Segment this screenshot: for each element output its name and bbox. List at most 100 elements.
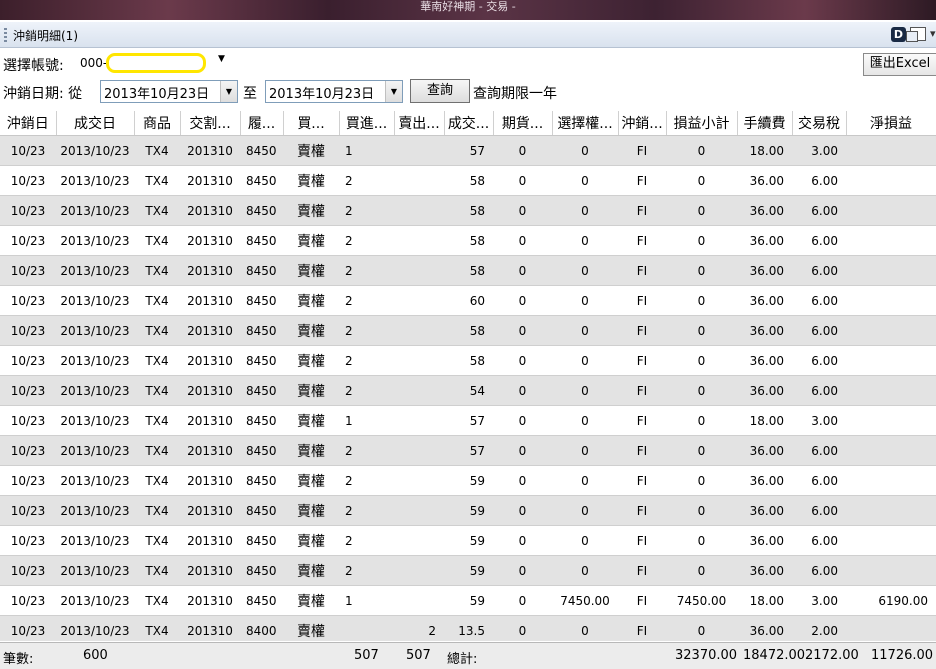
- cell-pnl-subtotal: 0: [666, 315, 737, 346]
- to-date-value: 2013年10月23日: [269, 87, 375, 102]
- table-row[interactable]: 10/23 2013/10/23 TX4 201310 8450 賣權 2 54 0 0 FI 0 36…: [0, 375, 936, 406]
- cell-fee: 18.00: [737, 405, 792, 436]
- table-row[interactable]: 10/23 2013/10/23 TX4 201310 8450 賣權 2 60 0 0 FI 0 36…: [0, 285, 936, 316]
- cell-buy-qty: 1: [339, 585, 394, 616]
- table-row[interactable]: 10/23 2013/10/23 TX4 201310 8450 賣權 2 59 0 0 FI 0 36…: [0, 555, 936, 586]
- table-row[interactable]: 10/23 2013/10/23 TX4 201310 8450 賣權 1 57 0 0 FI 0 18…: [0, 405, 936, 436]
- cell-pnl-subtotal: 0: [666, 465, 737, 496]
- column-header-strike[interactable]: 履...: [240, 111, 284, 136]
- count-value: 600: [83, 648, 108, 663]
- account-select[interactable]: 000- ▼: [76, 53, 231, 73]
- cell-futures-pnl: 0: [493, 435, 552, 466]
- cell-sell-qty: [394, 375, 444, 406]
- export-excel-button[interactable]: 匯出Excel: [863, 53, 936, 76]
- cell-buy-qty: 2: [339, 255, 394, 286]
- cell-futures-pnl: 0: [493, 465, 552, 496]
- chevron-down-icon[interactable]: ▼: [385, 81, 402, 102]
- panel-grip-icon[interactable]: [4, 28, 7, 42]
- cell-settle-type: FI: [618, 615, 666, 641]
- d-logo-icon[interactable]: D: [891, 26, 906, 42]
- cell-buy-qty: 1: [339, 135, 394, 166]
- column-header-options-pnl[interactable]: 選擇權...: [552, 111, 619, 136]
- column-header-pnl-subtotal[interactable]: 損益小計: [666, 111, 738, 136]
- column-header-trade-date[interactable]: 成交日: [56, 111, 135, 136]
- column-header-tax[interactable]: 交易稅: [792, 111, 847, 136]
- table-row[interactable]: 10/23 2013/10/23 TX4 201310 8450 賣權 2 59 0 0 FI 0 36…: [0, 525, 936, 556]
- cell-trade-date: 2013/10/23: [56, 165, 134, 196]
- cell-delivery-month: 201310: [180, 405, 240, 436]
- cell-options-pnl: 0: [552, 615, 618, 641]
- table-row[interactable]: 10/23 2013/10/23 TX4 201310 8450 賣權 2 58 0 0 FI 0 36…: [0, 345, 936, 376]
- cell-options-pnl: 0: [552, 165, 618, 196]
- column-header-net-pnl[interactable]: 淨損益: [846, 111, 936, 136]
- cell-buy-qty: 1: [339, 405, 394, 436]
- table-row[interactable]: 10/23 2013/10/23 TX4 201310 8450 賣權 2 58 0 0 FI 0 36…: [0, 195, 936, 226]
- chevron-down-icon[interactable]: ▼: [220, 81, 237, 102]
- column-header-trade-price[interactable]: 成交...: [444, 111, 494, 136]
- cell-sell-qty: [394, 345, 444, 376]
- cell-product: TX4: [134, 285, 180, 316]
- cell-product: TX4: [134, 555, 180, 586]
- cell-futures-pnl: 0: [493, 315, 552, 346]
- cell-product: TX4: [134, 195, 180, 226]
- table-row[interactable]: 10/23 2013/10/23 TX4 201310 8450 賣權 2 58 0 0 FI 0 36…: [0, 255, 936, 286]
- cell-settle-date: 10/23: [0, 165, 56, 196]
- cell-strike: 8450: [240, 345, 283, 376]
- cell-delivery-month: 201310: [180, 525, 240, 556]
- column-header-futures-pnl[interactable]: 期貨...: [493, 111, 553, 136]
- cell-futures-pnl: 0: [493, 525, 552, 556]
- cell-options-pnl: 7450.00: [552, 585, 618, 616]
- cell-pnl-subtotal: 0: [666, 255, 737, 286]
- cell-options-pnl: 0: [552, 315, 618, 346]
- cell-tax: 6.00: [792, 465, 846, 496]
- cell-buy-qty: 2: [339, 225, 394, 256]
- cell-product: TX4: [134, 375, 180, 406]
- cell-product: TX4: [134, 165, 180, 196]
- table-row[interactable]: 10/23 2013/10/23 TX4 201310 8450 賣權 2 57 0 0 FI 0 36…: [0, 435, 936, 466]
- cell-tax: 2.00: [792, 615, 846, 641]
- column-header-settle-date[interactable]: 沖銷日: [0, 111, 57, 136]
- cell-sell-qty: [394, 585, 444, 616]
- table-row[interactable]: 10/23 2013/10/23 TX4 201310 8450 賣權 2 58 0 0 FI 0 36…: [0, 225, 936, 256]
- cell-tax: 6.00: [792, 345, 846, 376]
- cell-net-pnl: [846, 375, 936, 406]
- cell-sell-qty: [394, 315, 444, 346]
- cell-fee: 36.00: [737, 225, 792, 256]
- to-date-picker[interactable]: 2013年10月23日 ▼: [265, 80, 403, 103]
- cell-trade-date: 2013/10/23: [56, 375, 134, 406]
- column-header-buy-qty[interactable]: 買進...: [339, 111, 395, 136]
- cell-net-pnl: [846, 525, 936, 556]
- account-label: 選擇帳號:: [3, 58, 64, 74]
- pin-icon[interactable]: ▾: [930, 28, 936, 40]
- cell-net-pnl: [846, 285, 936, 316]
- table-row[interactable]: 10/23 2013/10/23 TX4 201310 8450 賣權 1 59 0 7450.0…: [0, 585, 936, 616]
- from-date-picker[interactable]: 2013年10月23日 ▼: [100, 80, 238, 103]
- cell-futures-pnl: 0: [493, 555, 552, 586]
- table-row[interactable]: 10/23 2013/10/23 TX4 201310 8450 賣權 2 58 0 0 FI 0 36…: [0, 315, 936, 346]
- table-row[interactable]: 10/23 2013/10/23 TX4 201310 8450 賣權 2 58 0 0 FI 0 36…: [0, 165, 936, 196]
- query-button[interactable]: 查詢: [410, 79, 470, 103]
- column-header-sell-qty[interactable]: 賣出...: [394, 111, 445, 136]
- cell-fee: 36.00: [737, 525, 792, 556]
- column-header-settle-type[interactable]: 沖銷...: [618, 111, 667, 136]
- cell-product: TX4: [134, 465, 180, 496]
- cell-buy-qty: 2: [339, 555, 394, 586]
- column-header-delivery-month[interactable]: 交割...: [180, 111, 241, 136]
- to-label: 至: [243, 86, 257, 102]
- cell-net-pnl: [846, 495, 936, 526]
- cell-delivery-month: 201310: [180, 165, 240, 196]
- cell-settle-type: FI: [618, 465, 666, 496]
- window-restore-icon[interactable]: [906, 27, 926, 42]
- column-header-product[interactable]: 商品: [134, 111, 181, 136]
- column-header-call-put[interactable]: 買...: [283, 111, 340, 136]
- column-header-fee[interactable]: 手續費: [737, 111, 793, 136]
- cell-pnl-subtotal: 0: [666, 615, 737, 641]
- cell-sell-qty: [394, 195, 444, 226]
- table-row[interactable]: 10/23 2013/10/23 TX4 201310 8400 賣權 2 13.5 0 0 FI 0…: [0, 615, 936, 641]
- chevron-down-icon[interactable]: ▼: [218, 54, 225, 64]
- table-row[interactable]: 10/23 2013/10/23 TX4 201310 8450 賣權 1 57 0 0 FI 0 18…: [0, 135, 936, 166]
- cell-delivery-month: 201310: [180, 345, 240, 376]
- table-row[interactable]: 10/23 2013/10/23 TX4 201310 8450 賣權 2 59 0 0 FI 0 36…: [0, 465, 936, 496]
- table-row[interactable]: 10/23 2013/10/23 TX4 201310 8450 賣權 2 59 0 0 FI 0 36…: [0, 495, 936, 526]
- cell-fee: 36.00: [737, 255, 792, 286]
